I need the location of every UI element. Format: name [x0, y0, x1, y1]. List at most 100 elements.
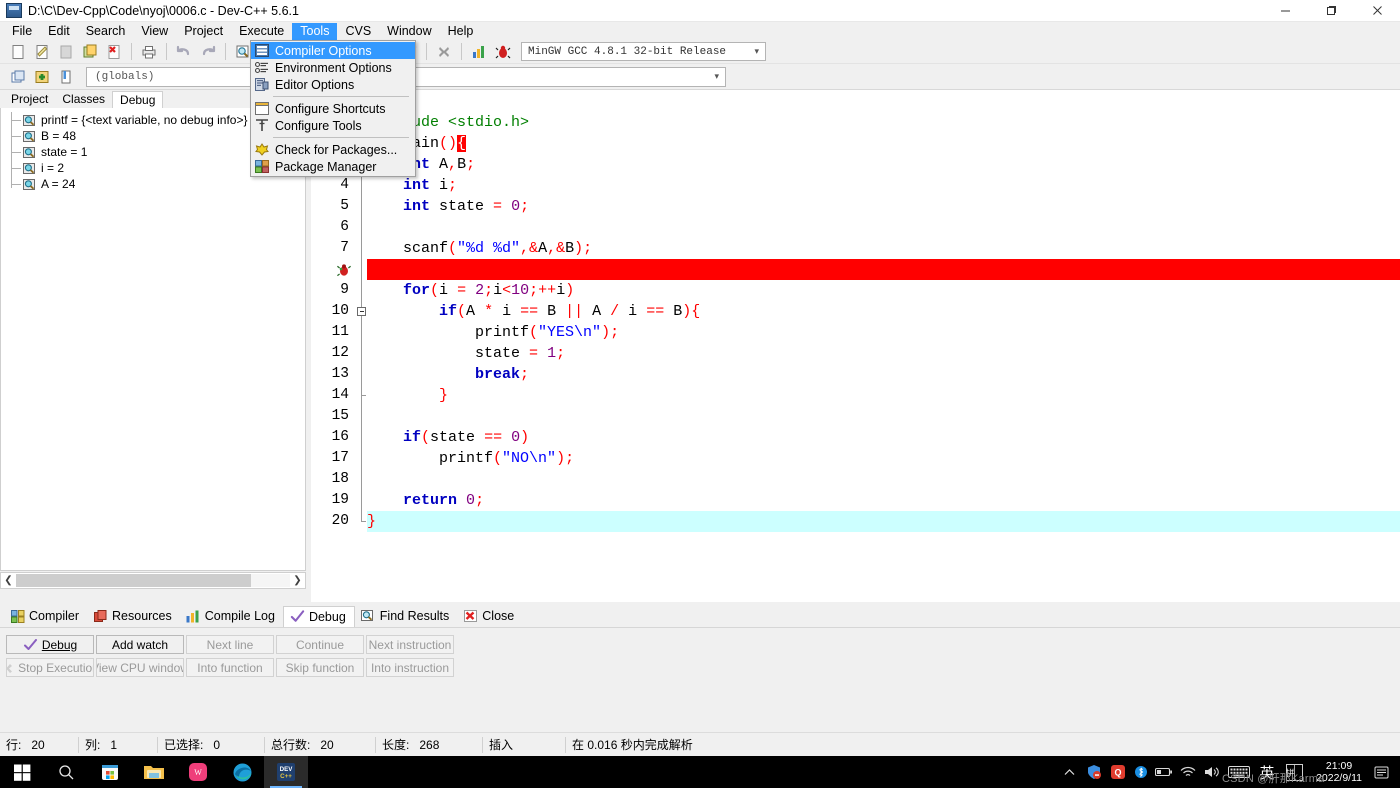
- code-line[interactable]: }: [367, 511, 1400, 532]
- open-file-icon[interactable]: [31, 41, 53, 62]
- wifi-icon[interactable]: [1176, 756, 1200, 788]
- close-file-icon[interactable]: [103, 41, 125, 62]
- code-line[interactable]: #include <stdio.h>: [367, 112, 1400, 133]
- tools-menu-dropdown[interactable]: Compiler OptionsEnvironment OptionsEdito…: [250, 40, 416, 177]
- compiler-select[interactable]: MinGW GCC 4.8.1 32-bit Release ▾: [521, 42, 766, 61]
- bottom-tab-resources[interactable]: Resources: [87, 606, 180, 627]
- debug-icon[interactable]: [492, 41, 514, 62]
- svg-text:C++: C++: [280, 773, 292, 780]
- notification-icon[interactable]: [1370, 756, 1392, 788]
- bottom-tab-compile-log[interactable]: Compile Log: [180, 606, 283, 627]
- run-icon[interactable]: [468, 41, 490, 62]
- start-button[interactable]: [0, 756, 44, 788]
- line-number: 7: [340, 238, 349, 259]
- breakpoint-bug-icon[interactable]: [336, 262, 351, 282]
- battery-icon[interactable]: [1152, 756, 1176, 788]
- menu-item-tools[interactable]: Tools: [292, 23, 337, 40]
- menu-item-compiler-options[interactable]: Compiler Options: [251, 42, 415, 59]
- menu-item-project[interactable]: Project: [176, 23, 231, 40]
- bottom-tab-compiler[interactable]: Compiler: [4, 606, 87, 627]
- code-line[interactable]: [367, 406, 1400, 427]
- shield-icon[interactable]: [1082, 756, 1106, 788]
- code-line[interactable]: [367, 217, 1400, 238]
- edge-button[interactable]: [220, 756, 264, 788]
- menu-item-cvs[interactable]: CVS: [337, 23, 379, 40]
- minimize-icon[interactable]: [1262, 0, 1308, 22]
- insert-icon[interactable]: [31, 66, 53, 87]
- buttons_row1-debug-button[interactable]: Debug: [6, 635, 94, 654]
- code-line[interactable]: printf("NO\n");: [367, 448, 1400, 469]
- menu-item-configure-shortcuts[interactable]: Configure Shortcuts: [251, 100, 415, 117]
- watch-item[interactable]: A = 24: [1, 176, 306, 192]
- redo-icon[interactable]: [197, 41, 219, 62]
- store-button[interactable]: [88, 756, 132, 788]
- menu-item-edit[interactable]: Edit: [40, 23, 78, 40]
- devcpp-button[interactable]: DEVC++: [264, 756, 308, 788]
- save-all-icon[interactable]: [79, 41, 101, 62]
- compiler-options-icon: [253, 43, 271, 58]
- buttons_row2-skip-function-button: Skip function: [276, 658, 364, 677]
- bluetooth-icon[interactable]: [1130, 756, 1152, 788]
- bottom-tab-close[interactable]: Close: [457, 606, 522, 627]
- code-line[interactable]: int i;: [367, 175, 1400, 196]
- debug-watch-tree[interactable]: printf = {<text variable, no debug info>…: [0, 108, 306, 571]
- qq-security-icon[interactable]: Q: [1106, 756, 1130, 788]
- chevron-up-icon[interactable]: [1056, 756, 1082, 788]
- code-line[interactable]: [367, 469, 1400, 490]
- speaker-icon[interactable]: [1200, 756, 1224, 788]
- left-tab-project[interactable]: Project: [4, 91, 55, 108]
- menu-item-editor-options[interactable]: Editor Options: [251, 76, 415, 93]
- app-pink-button[interactable]: W: [176, 756, 220, 788]
- menu-item-package-manager[interactable]: Package Manager: [251, 158, 415, 175]
- undo-icon[interactable]: [173, 41, 195, 62]
- code-line[interactable]: for(i = 2;i<10;++i): [367, 280, 1400, 301]
- new-file-icon[interactable]: [7, 41, 29, 62]
- explorer-button[interactable]: [132, 756, 176, 788]
- code-line[interactable]: state = 1;: [367, 343, 1400, 364]
- code-line[interactable]: [367, 259, 1400, 280]
- save-icon[interactable]: [55, 41, 77, 62]
- bottom-tab-find-results[interactable]: Find Results: [355, 606, 457, 627]
- code-line[interactable]: int state = 0;: [367, 196, 1400, 217]
- search-button[interactable]: [44, 756, 88, 788]
- restore-icon[interactable]: [1308, 0, 1354, 22]
- toolbar-separator: [461, 43, 462, 60]
- menu-item-window[interactable]: Window: [379, 23, 439, 40]
- code-line[interactable]: int main(){: [367, 133, 1400, 154]
- fold-collapse-icon[interactable]: [357, 307, 366, 316]
- new-window-icon[interactable]: [7, 66, 29, 87]
- watch-icon: [23, 146, 37, 159]
- code-editor[interactable]: 123456791011121314151617181920 #include …: [311, 90, 1400, 602]
- code-line[interactable]: if(state == 0): [367, 427, 1400, 448]
- code-line[interactable]: }: [367, 385, 1400, 406]
- code-line[interactable]: printf("YES\n");: [367, 322, 1400, 343]
- code-line[interactable]: scanf("%d %d",&A,&B);: [367, 238, 1400, 259]
- menu-item-search[interactable]: Search: [78, 23, 134, 40]
- menu-item-file[interactable]: File: [4, 23, 40, 40]
- code-area[interactable]: #include <stdio.h>int main(){ int A,B; i…: [367, 90, 1400, 602]
- code-line[interactable]: break;: [367, 364, 1400, 385]
- print-icon[interactable]: [138, 41, 160, 62]
- menu-item-environment-options[interactable]: Environment Options: [251, 59, 415, 76]
- close-icon[interactable]: [1354, 0, 1400, 22]
- hscroll-thumb[interactable]: [16, 574, 251, 587]
- menu-item-help[interactable]: Help: [440, 23, 482, 40]
- left-tab-debug[interactable]: Debug: [112, 91, 163, 108]
- left-panel-hscrollbar[interactable]: ❮ ❯: [0, 572, 306, 589]
- code-line[interactable]: return 0;: [367, 490, 1400, 511]
- hscroll-track[interactable]: [16, 574, 290, 587]
- scroll-right-icon[interactable]: ❯: [290, 575, 305, 586]
- stop-icon[interactable]: [433, 41, 455, 62]
- scroll-left-icon[interactable]: ❮: [1, 575, 16, 586]
- code-line[interactable]: if(A * i == B || A / i == B){: [367, 301, 1400, 322]
- menu-item-check-for-packages[interactable]: Check for Packages...: [251, 141, 415, 158]
- menu-item-configure-tools[interactable]: Configure Tools: [251, 117, 415, 134]
- toggle-bookmark-icon[interactable]: [55, 66, 77, 87]
- code-line[interactable]: int A,B;: [367, 154, 1400, 175]
- bottom-tab-debug[interactable]: Debug: [283, 606, 355, 627]
- left-tab-classes[interactable]: Classes: [55, 91, 112, 108]
- menu-item-execute[interactable]: Execute: [231, 23, 292, 40]
- buttons_row1-add-watch-button[interactable]: Add watch: [96, 635, 184, 654]
- menu-item-view[interactable]: View: [133, 23, 176, 40]
- menu-item-label: Configure Tools: [275, 119, 362, 133]
